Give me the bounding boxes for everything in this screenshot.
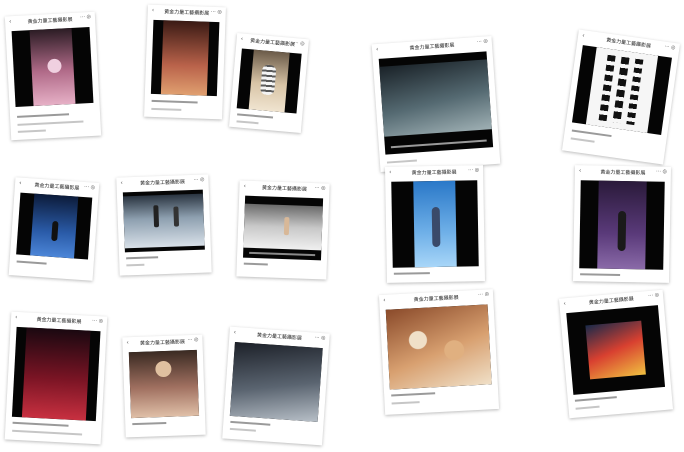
- post-card[interactable]: ‹ 黄金力量工藝攝影展 ⋯ ◎: [371, 35, 501, 173]
- post-photo[interactable]: [566, 305, 666, 395]
- post-title: 黄金力量工藝攝影展: [413, 294, 459, 304]
- post-photo[interactable]: [11, 326, 101, 422]
- post-card[interactable]: ‹ 黄金力量工藝攝影展 ⋯ ◎: [144, 4, 226, 120]
- post-video[interactable]: [243, 195, 324, 261]
- post-card[interactable]: ‹ 黄金力量工藝攝影展 ⋯ ◎: [122, 334, 206, 438]
- post-card[interactable]: ‹ 黄金力量工藝攝影展 ⋯ ◎: [384, 165, 486, 283]
- more-dots-icon[interactable]: ⋯ ◎: [84, 184, 95, 191]
- more-dots-icon[interactable]: ⋯ ◎: [648, 292, 659, 299]
- more-dots-icon[interactable]: ⋯ ◎: [477, 38, 488, 45]
- video-progress-bar[interactable]: [249, 251, 316, 257]
- post-photo[interactable]: [128, 349, 200, 419]
- post-card[interactable]: ‹ 黄金力量工藝攝影展 ⋯ ◎: [8, 177, 100, 281]
- post-photo[interactable]: [236, 48, 302, 114]
- post-photo[interactable]: [150, 19, 220, 97]
- more-dots-icon[interactable]: ⋯ ◎: [187, 337, 198, 343]
- more-dots-icon[interactable]: ⋯ ◎: [92, 318, 103, 325]
- more-dots-icon[interactable]: ⋯ ◎: [656, 169, 667, 175]
- more-dots-icon[interactable]: ⋯ ◎: [211, 9, 222, 15]
- more-dots-icon[interactable]: ⋯ ◎: [468, 167, 479, 173]
- post-card[interactable]: ‹ 黄金力量工藝攝影展 ⋯ ◎: [222, 326, 330, 446]
- post-photo[interactable]: [11, 27, 94, 108]
- post-photo[interactable]: [122, 189, 205, 253]
- post-card[interactable]: ‹ 黄金力量工藝攝影展 ⋯ ◎: [378, 289, 500, 415]
- post-photo[interactable]: [571, 45, 672, 135]
- post-card[interactable]: ‹ 黄金力量工藝攝影展 ⋯ ◎: [572, 165, 672, 283]
- more-dots-icon[interactable]: ⋯ ◎: [314, 185, 325, 191]
- post-card[interactable]: ‹ 黄金力量工藝攝影展 ⋯ ◎: [4, 311, 108, 445]
- post-card[interactable]: ‹ 黄金力量工藝攝影展 ⋯ ◎: [229, 33, 309, 133]
- post-card[interactable]: ‹ 黄金力量工藝攝影展 ⋯ ◎: [236, 180, 330, 280]
- video-progress-bar[interactable]: [390, 139, 487, 149]
- more-dots-icon[interactable]: ⋯ ◎: [293, 40, 304, 47]
- more-dots-icon[interactable]: ⋯ ◎: [478, 291, 489, 298]
- post-card[interactable]: ‹ 黄金力量工藝攝影展 ⋯ ◎: [558, 289, 674, 419]
- more-dots-icon[interactable]: ⋯ ◎: [80, 14, 91, 21]
- post-card[interactable]: ‹ 黄金力量工藝攝影展 ⋯ ◎: [4, 11, 102, 141]
- post-photo[interactable]: [16, 192, 93, 260]
- post-photo[interactable]: [391, 180, 479, 268]
- post-photo[interactable]: [579, 180, 665, 270]
- post-photo[interactable]: [229, 342, 323, 422]
- post-video[interactable]: [378, 51, 494, 155]
- post-photo[interactable]: [385, 304, 492, 390]
- post-card[interactable]: ‹ 黄金力量工藝攝影展 ⋯ ◎: [562, 29, 680, 165]
- more-dots-icon[interactable]: ⋯ ◎: [314, 335, 325, 342]
- post-card[interactable]: ‹ 黄金力量工藝攝影展 ⋯ ◎: [116, 174, 212, 276]
- more-dots-icon[interactable]: ⋯ ◎: [193, 177, 204, 183]
